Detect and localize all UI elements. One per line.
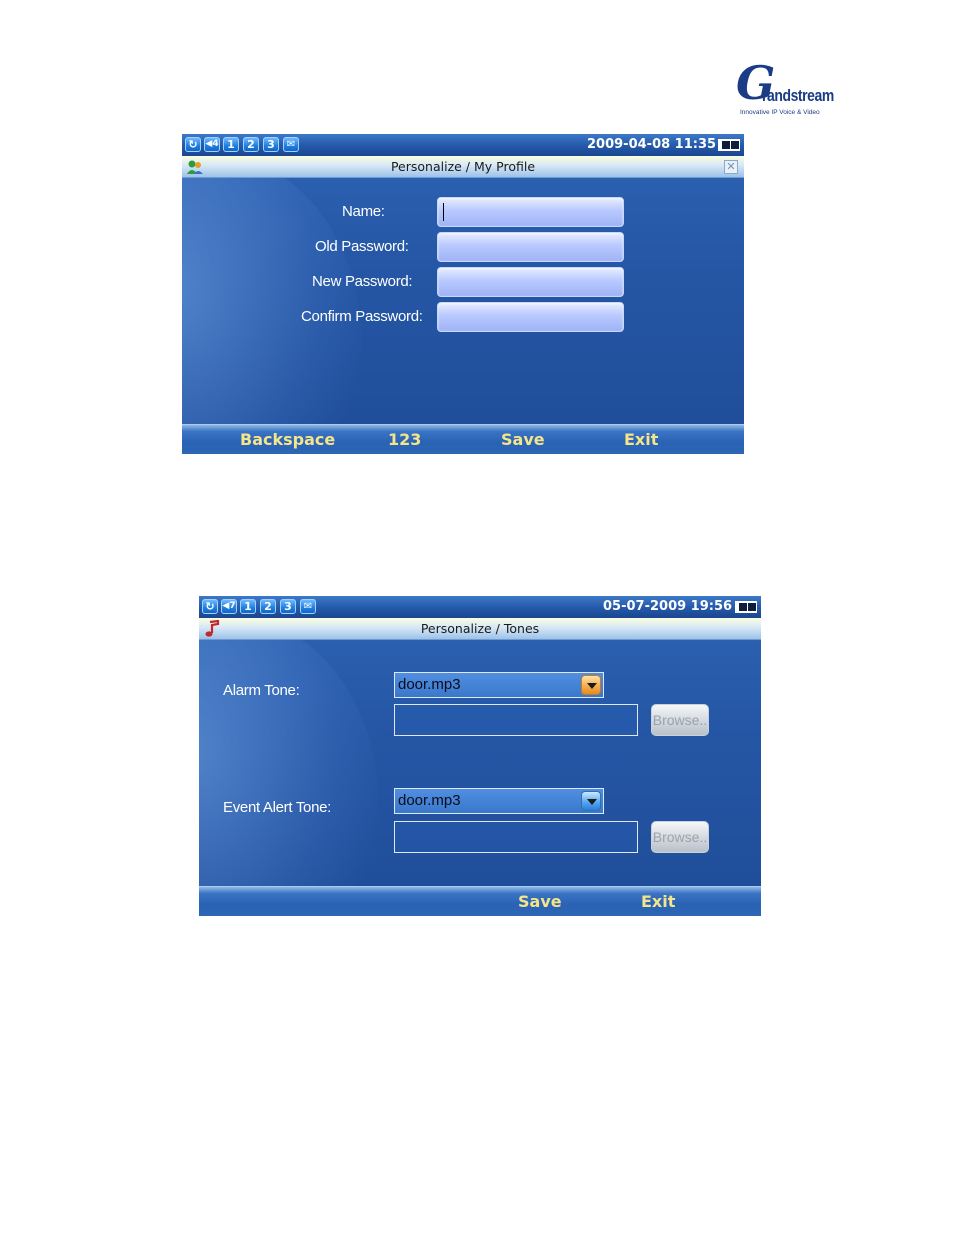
line-3-icon[interactable]: 3 <box>280 599 296 614</box>
status-clock: 05-07-2009 19:56 <box>603 599 733 614</box>
tones-screen: ↻ ◀︎7 1 2 3 ✉ 05-07-2009 19:56 Personali… <box>199 596 761 916</box>
battery-icon <box>718 139 740 151</box>
grandstream-logo: G randstream Innovative IP Voice & Video <box>736 60 840 120</box>
old-password-input[interactable] <box>437 232 624 262</box>
old-password-label: Old Password: <box>315 238 409 255</box>
save-softkey[interactable]: Save <box>501 430 545 450</box>
line-2-icon[interactable]: 2 <box>243 137 259 152</box>
close-icon[interactable]: ✕ <box>724 160 738 174</box>
status-bar: ↻ ◀︎7 1 2 3 ✉ 05-07-2009 19:56 <box>199 596 761 618</box>
status-clock: 2009-04-08 11:35 <box>587 137 717 152</box>
volume-icon[interactable]: ◀︎7 <box>221 599 237 614</box>
page-title: Personalize / My Profile <box>390 159 536 174</box>
profile-screen: ↻ ◀︎4 1 2 3 ✉ 2009-04-08 11:35 Personali… <box>182 134 744 454</box>
background-swoosh <box>199 616 379 916</box>
title-bar: Personalize / Tones <box>199 618 761 640</box>
refresh-icon[interactable]: ↻ <box>185 137 201 152</box>
message-icon[interactable]: ✉ <box>283 137 299 152</box>
battery-icon <box>735 601 757 613</box>
line-2-icon[interactable]: 2 <box>260 599 276 614</box>
chevron-down-icon[interactable] <box>581 675 601 695</box>
alarm-tone-select[interactable]: door.mp3 <box>394 672 604 698</box>
status-bar: ↻ ◀︎4 1 2 3 ✉ 2009-04-08 11:35 <box>182 134 744 156</box>
logo-wordmark: randstream <box>762 86 834 105</box>
name-label: Name: <box>342 203 385 220</box>
event-alert-tone-path-input[interactable] <box>394 821 638 853</box>
input-mode-softkey[interactable]: 123 <box>388 430 421 450</box>
alarm-browse-button[interactable]: Browse.. <box>651 704 709 736</box>
name-input[interactable] <box>437 197 624 227</box>
event-alert-tone-label: Event Alert Tone: <box>223 799 332 816</box>
logo-tagline: Innovative IP Voice & Video <box>740 109 820 116</box>
event-browse-button[interactable]: Browse.. <box>651 821 709 853</box>
exit-softkey[interactable]: Exit <box>641 892 675 912</box>
softkey-bar: Backspace 123 Save Exit <box>182 424 744 454</box>
page-title: Personalize / Tones <box>420 621 540 636</box>
text-caret <box>443 203 444 221</box>
new-password-input[interactable] <box>437 267 624 297</box>
message-icon[interactable]: ✉ <box>300 599 316 614</box>
background-swoosh <box>182 154 362 454</box>
alarm-tone-path-input[interactable] <box>394 704 638 736</box>
event-alert-tone-select[interactable]: door.mp3 <box>394 788 604 814</box>
new-password-label: New Password: <box>312 273 413 290</box>
alarm-tone-label: Alarm Tone: <box>223 682 300 699</box>
event-alert-tone-value: door.mp3 <box>398 792 461 809</box>
volume-icon[interactable]: ◀︎4 <box>204 137 220 152</box>
line-1-icon[interactable]: 1 <box>223 137 239 152</box>
confirm-password-input[interactable] <box>437 302 624 332</box>
line-3-icon[interactable]: 3 <box>263 137 279 152</box>
title-bar: Personalize / My Profile ✕ <box>182 156 744 178</box>
confirm-password-label: Confirm Password: <box>301 308 423 325</box>
softkey-bar: Save Exit <box>199 886 761 916</box>
backspace-softkey[interactable]: Backspace <box>240 430 335 450</box>
alarm-tone-value: door.mp3 <box>398 676 461 693</box>
refresh-icon[interactable]: ↻ <box>202 599 218 614</box>
chevron-down-icon[interactable] <box>581 791 601 811</box>
exit-softkey[interactable]: Exit <box>624 430 658 450</box>
save-softkey[interactable]: Save <box>518 892 562 912</box>
line-1-icon[interactable]: 1 <box>240 599 256 614</box>
